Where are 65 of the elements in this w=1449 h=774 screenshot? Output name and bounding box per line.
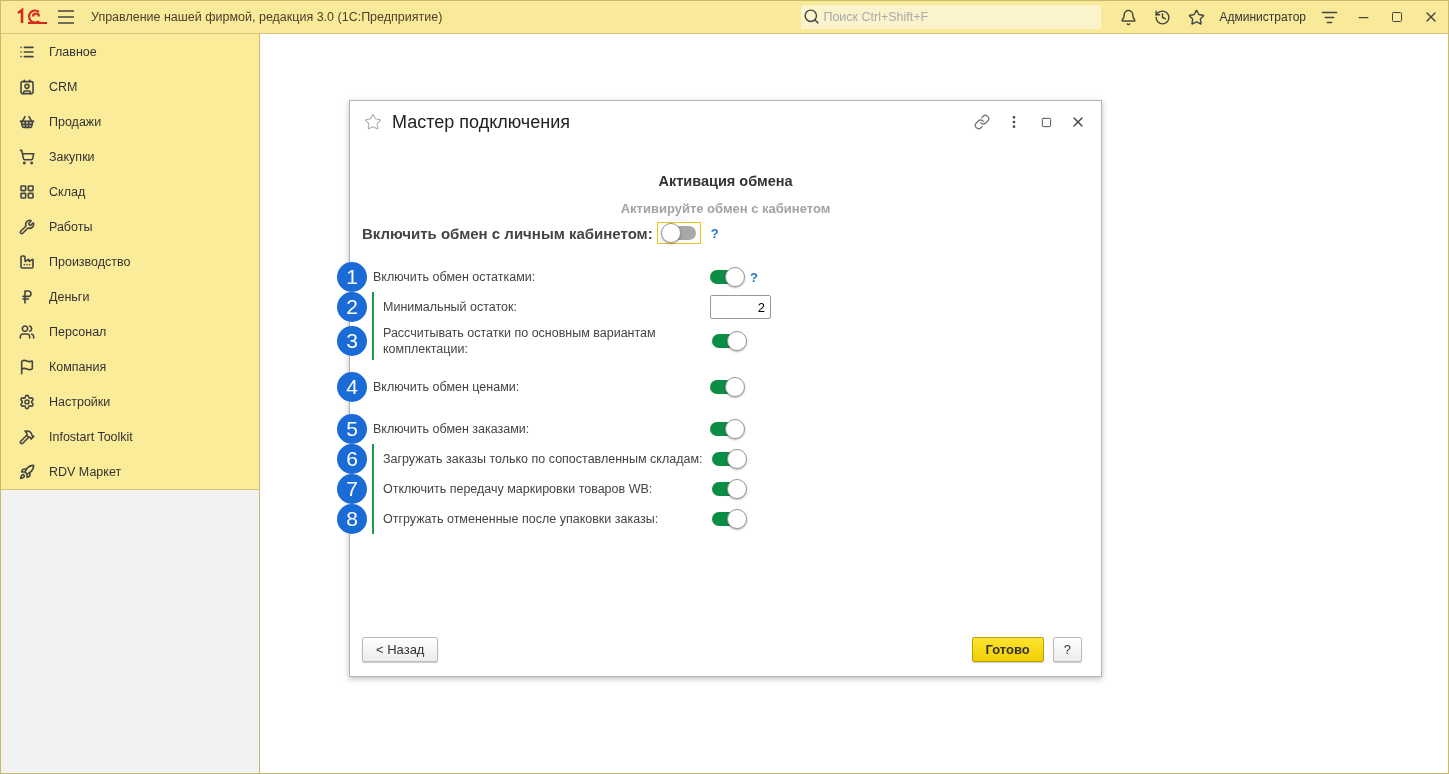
sidebar-item[interactable]: Персонал: [1, 314, 259, 349]
setting-label: Включить обмен остатками:: [372, 269, 537, 285]
setting-label: Рассчитывать остатки по основным вариантам комплектации:: [382, 325, 657, 357]
toggle-switch[interactable]: [712, 482, 746, 496]
flag-icon: [19, 358, 35, 375]
number-badge: 2: [337, 292, 367, 322]
sidebar-item[interactable]: Компания: [1, 349, 259, 384]
logo-icon: [15, 7, 49, 27]
cart-icon: [19, 148, 35, 165]
toggle-switch[interactable]: [710, 422, 744, 436]
number-badge: 6: [337, 444, 367, 474]
setting-label: Отгружать отмененные после упаковки заказы:: [382, 511, 660, 527]
wrench-icon: [19, 218, 35, 235]
grid-icon: [19, 183, 35, 200]
help-button[interactable]: ?: [1052, 637, 1082, 662]
sidebar-item[interactable]: Работы: [1, 209, 259, 244]
sidebar-item[interactable]: Производство: [1, 244, 259, 279]
user-name[interactable]: Администратор: [1219, 10, 1306, 24]
basket-icon: [19, 113, 35, 130]
sidebar-item[interactable]: RDV Маркет: [1, 454, 259, 489]
hammer-icon: [19, 428, 35, 445]
factory-icon: [19, 253, 35, 270]
star-icon[interactable]: [364, 113, 382, 131]
dialog-title: Мастер подключения: [392, 111, 571, 133]
number-field[interactable]: 2: [710, 295, 771, 319]
rocket-icon: [19, 463, 35, 480]
section-heading: Активация обмена: [658, 173, 793, 189]
back-button[interactable]: < Назад: [362, 637, 439, 662]
section-subtitle: Активируйте обмен с кабинетом: [620, 201, 831, 216]
sidebar-item[interactable]: Продажи: [1, 104, 259, 139]
toggle-switch[interactable]: [712, 512, 746, 526]
done-button[interactable]: Готово: [971, 637, 1044, 662]
toggle-switch[interactable]: [712, 334, 746, 348]
sidebar-item[interactable]: CRM: [1, 69, 259, 104]
toggle-switch[interactable]: [661, 226, 696, 240]
settings-icon: [19, 393, 35, 410]
number-badge: 7: [337, 474, 367, 504]
people-icon: [19, 323, 35, 340]
help-link[interactable]: ?: [710, 225, 719, 241]
sidebar-item[interactable]: Infostart Toolkit: [1, 419, 259, 454]
sidebar-item[interactable]: Склад: [1, 174, 259, 209]
setting-label: Минимальный остаток:: [382, 299, 518, 315]
app-title: Управление нашей фирмой, редакция 3.0 (1С:Предприятие): [91, 10, 443, 24]
toggle-switch[interactable]: [710, 270, 744, 284]
number-badge: 8: [337, 504, 367, 534]
contact-card-icon: [19, 78, 35, 95]
setting-label: Отключить передачу маркировки товаров WB:: [382, 481, 654, 497]
toggle-switch[interactable]: [712, 452, 746, 466]
setting-label: Включить обмен заказами:: [372, 421, 531, 437]
ruble-icon: [19, 288, 35, 305]
number-badge: 4: [337, 372, 367, 402]
sidebar-item[interactable]: Закупки: [1, 139, 259, 174]
setting-label: Загружать заказы только по сопоставленным складам:: [382, 451, 704, 467]
setting-label: Включить обмен ценами:: [372, 379, 521, 395]
number-badge: 1: [337, 262, 367, 292]
number-badge: 5: [337, 414, 367, 444]
sidebar-item[interactable]: Главное: [1, 34, 259, 69]
main-toggle-label: Включить обмен с личным кабинетом:: [362, 224, 653, 242]
toggle-switch[interactable]: [710, 380, 744, 394]
sidebar-item[interactable]: Деньги: [1, 279, 259, 314]
help-link[interactable]: ?: [750, 269, 758, 285]
sidebar-item[interactable]: Настройки: [1, 384, 259, 419]
number-badge: 3: [337, 326, 367, 356]
search-icon: [803, 8, 821, 25]
search-field[interactable]: Поиск Ctrl+Shift+F: [801, 5, 1102, 29]
